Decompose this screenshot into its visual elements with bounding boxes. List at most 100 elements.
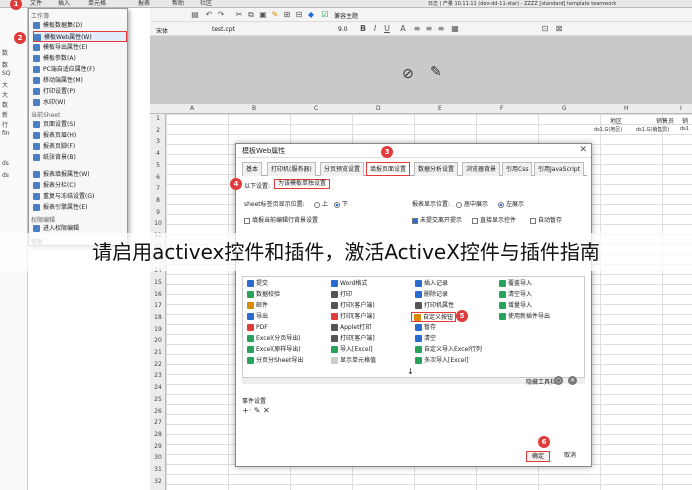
btn-print-client[interactable]: 打印(客户端)	[331, 301, 375, 311]
btn-sheet-export[interactable]: 分页分Sheet导出	[247, 356, 303, 366]
row-number[interactable]: 7	[150, 185, 166, 192]
btn-validate[interactable]: 数据校验	[247, 290, 280, 300]
menu-item-header[interactable]: 报表页眉(H)	[33, 130, 127, 141]
file-tab[interactable]: test.cpt	[212, 26, 235, 33]
menu-item-watermark[interactable]: 水印(W)	[33, 97, 127, 108]
row-number[interactable]: 31	[150, 466, 166, 473]
split-icon[interactable]: ⊠	[554, 24, 564, 34]
row-number[interactable]: 23	[150, 372, 166, 379]
btn-multi-import[interactable]: 多次导入[Excel]	[415, 356, 469, 366]
sheet-pos-top-radio[interactable]: 上	[314, 199, 328, 208]
btn-show-cell[interactable]: 显示单元格值	[331, 356, 376, 366]
btn-custom-import[interactable]: 自定义导入Excel行列	[415, 345, 482, 355]
tab-css[interactable]: 引用Css	[502, 162, 533, 176]
btn-clear-import[interactable]: 清空导入	[499, 290, 532, 300]
panel-item[interactable]: 大	[2, 90, 8, 99]
cell-salesman[interactable]: 销售员	[656, 116, 674, 125]
font-size-select[interactable]: 9.0	[338, 26, 348, 33]
settings-circle-icon[interactable]: ○	[554, 376, 563, 385]
panel-item[interactable]: fin	[2, 130, 10, 137]
col-i[interactable]: I	[680, 104, 682, 114]
tab-fill-page[interactable]: 填报页面设置	[366, 162, 411, 176]
menu-item-mobile[interactable]: 移动端属性(M)	[33, 75, 127, 86]
menu-item-web-attr[interactable]: 模板Web属性(W)	[33, 31, 127, 42]
row-number[interactable]: 27	[150, 419, 166, 426]
add-icon[interactable]: +·	[242, 406, 251, 415]
menu-report[interactable]: 报表	[138, 0, 150, 7]
cut-icon[interactable]: ✂	[234, 10, 244, 20]
menu-community[interactable]: 社区	[200, 0, 212, 7]
copy-icon[interactable]: ⧉	[246, 10, 256, 20]
undo-icon[interactable]: ↶	[204, 10, 214, 20]
menu-item-columns[interactable]: 报表分栏(C)	[33, 180, 127, 191]
btn-new-plugin-export[interactable]: 使用新插件导出	[499, 312, 550, 322]
sheet-pos-bottom-radio[interactable]: 下	[334, 199, 348, 208]
col-e[interactable]: E	[438, 104, 442, 114]
row-number[interactable]: 29	[150, 443, 166, 450]
check-icon[interactable]: ☑	[320, 10, 330, 20]
align-left-icon[interactable]: ≡	[412, 24, 422, 34]
col-b[interactable]: B	[252, 104, 256, 114]
panel-item[interactable]: ds	[2, 172, 9, 179]
row-number[interactable]: 32	[150, 478, 166, 485]
row-number[interactable]: 19	[150, 326, 166, 333]
eye-slash-icon[interactable]: ⊘	[402, 66, 414, 82]
btn-increment-import[interactable]: 增量导入	[499, 301, 532, 311]
menu-item-export-attr[interactable]: 模板导出属性(E)	[33, 42, 127, 53]
row-number[interactable]: 15	[150, 279, 166, 286]
cell-salesman-field[interactable]: ds1.G(销售员)	[636, 126, 669, 133]
col-f[interactable]: F	[500, 104, 503, 114]
row-number[interactable]: 26	[150, 408, 166, 415]
ok-button[interactable]: 确定	[526, 451, 550, 462]
redo-icon[interactable]: ↷	[216, 10, 226, 20]
btn-print[interactable]: 打印	[331, 290, 352, 300]
btn-applet-print[interactable]: Applet打印	[331, 323, 371, 333]
menu-item-params[interactable]: 模板参数(A)	[33, 53, 127, 64]
row-number[interactable]: 3	[150, 138, 166, 145]
row-number[interactable]: 2	[150, 127, 166, 134]
report-left-radio[interactable]: 左展示	[498, 199, 524, 208]
unfilled-checkbox[interactable]: 未提交离开提示	[412, 215, 462, 224]
panel-item[interactable]: 数	[2, 60, 8, 69]
close-icon[interactable]: ✕	[579, 145, 587, 155]
report-center-radio[interactable]: 居中展示	[456, 199, 488, 208]
row-number[interactable]: 6	[150, 174, 166, 181]
col-a[interactable]: A	[190, 104, 194, 114]
lock-icon[interactable]: ◆	[306, 10, 316, 20]
format-icon[interactable]: ⊞	[282, 10, 292, 20]
col-c[interactable]: C	[314, 104, 318, 114]
tab-javascript[interactable]: 引用JavaScript	[534, 162, 585, 176]
align-center-icon[interactable]: ≡	[424, 24, 434, 34]
panel-item[interactable]: SQ	[2, 70, 11, 77]
panel-item[interactable]: ds	[2, 160, 9, 167]
menu-insert[interactable]: 插入	[58, 0, 70, 7]
menu-item-page-setup[interactable]: 页面设置(S)	[33, 119, 127, 130]
cell-ds-field[interactable]: ds1	[680, 126, 689, 132]
row-number[interactable]: 17	[150, 302, 166, 309]
menu-item-freeze[interactable]: 重复与冻结设置(G)	[33, 191, 127, 202]
row-number[interactable]: 28	[150, 431, 166, 438]
close-circle-icon[interactable]: ✕	[568, 376, 577, 385]
brush-icon[interactable]: ✎	[270, 10, 280, 20]
paste-icon[interactable]: ▣	[258, 10, 268, 20]
menu-help[interactable]: 帮助	[172, 0, 184, 7]
btn-submit[interactable]: 提交	[247, 279, 268, 289]
cell-region[interactable]: 地区	[610, 116, 622, 125]
btn-print-client3[interactable]: 打印[客户端]	[331, 334, 375, 344]
btn-printer-attr[interactable]: 打印机属性	[415, 301, 454, 311]
font-name-select[interactable]: 宋体	[156, 26, 168, 35]
menu-item-dataset[interactable]: 模板数据集(D)	[33, 20, 127, 31]
edit-icon[interactable]: ✎	[254, 406, 261, 415]
menu-item-print[interactable]: 打印设置(P)	[33, 86, 127, 97]
setting-select[interactable]: 为该模板单独设置	[274, 179, 331, 189]
panel-item[interactable]: 新	[2, 110, 8, 119]
row-number[interactable]: 10	[150, 220, 166, 227]
row-number[interactable]: 1	[150, 115, 166, 122]
menu-item-pc-adapt[interactable]: PC端自适应属性(F)	[33, 64, 127, 75]
btn-insert-record[interactable]: 插入记录	[415, 279, 448, 289]
tab-basic[interactable]: 基本	[242, 162, 263, 176]
save-icon[interactable]: ▤	[190, 10, 200, 20]
tab-printer[interactable]: 打印机(服务器)	[267, 162, 316, 176]
menu-item-engine[interactable]: 报表引擎属性(E)	[33, 202, 127, 213]
btn-temp-save[interactable]: 暂存	[415, 323, 436, 333]
